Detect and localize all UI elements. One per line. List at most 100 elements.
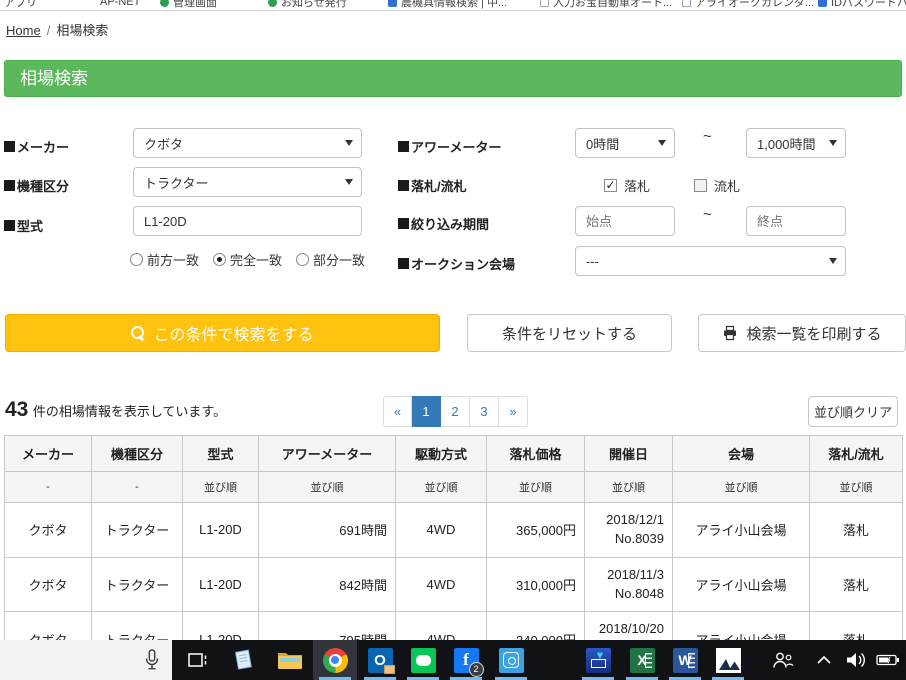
square-bullet-icon bbox=[4, 180, 15, 191]
checkbox-rakusatsu[interactable]: ✓ 落札 bbox=[604, 176, 650, 195]
envelope-icon bbox=[383, 664, 395, 674]
breadcrumb-current: 相場検索 bbox=[56, 23, 109, 38]
checkbox-ryusatsu[interactable]: 流札 bbox=[694, 176, 740, 195]
bookmark-item[interactable]: IDパスワードバインダ... bbox=[818, 0, 906, 10]
bookmark-item[interactable]: アライオークカレンダ... bbox=[682, 0, 814, 10]
bid-result-label: 落札/流札 bbox=[398, 176, 467, 195]
sort-clear-button[interactable]: 並び順クリア bbox=[808, 396, 898, 427]
taskbar-search-box[interactable] bbox=[0, 640, 172, 680]
bookmark-favicon bbox=[160, 0, 169, 7]
sort-link-date[interactable]: 並び順 bbox=[612, 482, 645, 494]
instagram-icon[interactable] bbox=[489, 640, 533, 680]
excel-icon[interactable]: X bbox=[620, 640, 664, 680]
tilde-separator: ~ bbox=[703, 128, 712, 145]
bookmark-item[interactable]: AP-NET bbox=[100, 0, 140, 10]
square-bullet-icon bbox=[398, 141, 409, 152]
auction-site-select[interactable]: --- bbox=[575, 246, 846, 276]
cell-model: L1-20D bbox=[182, 502, 259, 558]
bookmark-item[interactable]: 農機具情報検索 | 中... bbox=[388, 0, 507, 10]
bookmark-item[interactable]: 入力お宝自動車オート... bbox=[540, 0, 672, 10]
cell-result: 落札 bbox=[809, 556, 903, 613]
outlook-icon[interactable]: O bbox=[358, 640, 402, 680]
cell-date: 2018/12/1 No.8039 bbox=[584, 502, 673, 558]
hour-meter-from-select[interactable]: 0時間 bbox=[575, 128, 675, 158]
bookmark-item[interactable]: お知らせ発行 bbox=[268, 0, 347, 10]
camera-icon bbox=[503, 652, 519, 668]
radio-prefix-match[interactable]: 前方一致 bbox=[130, 250, 199, 269]
tilde-separator: ~ bbox=[703, 206, 712, 223]
bookmark-favicon bbox=[818, 0, 827, 7]
pagination-next[interactable]: » bbox=[499, 396, 528, 427]
page-title: 相場検索 bbox=[4, 60, 902, 97]
bookmark-favicon bbox=[268, 0, 277, 7]
results-count: 43 bbox=[5, 398, 29, 421]
hour-meter-label: アワーメーター bbox=[398, 137, 501, 156]
radio-partial-match[interactable]: 部分一致 bbox=[296, 250, 365, 269]
bookmark-item[interactable]: アプリ bbox=[4, 0, 37, 10]
table-row: クボタ トラクター L1-20D 691時間 4WD 365,000円 2018… bbox=[4, 502, 903, 558]
model-input[interactable] bbox=[133, 206, 362, 236]
period-start-input[interactable] bbox=[575, 206, 675, 236]
radio-exact-match[interactable]: 完全一致 bbox=[213, 250, 282, 269]
bookmark-favicon bbox=[540, 0, 549, 7]
cell-site: アライ小山会場 bbox=[672, 502, 810, 558]
cell-hours: 842時間 bbox=[258, 556, 396, 613]
col-header-date: 開催日 bbox=[584, 435, 673, 472]
facebook-icon[interactable]: f2 bbox=[444, 640, 488, 680]
sort-link-hour-meter[interactable]: 並び順 bbox=[311, 482, 344, 494]
sort-link-price[interactable]: 並び順 bbox=[519, 482, 552, 494]
file-explorer-icon[interactable] bbox=[268, 640, 312, 680]
table-header-row: メーカー 機種区分 型式 アワーメーター 駆動方式 落札価格 開催日 会場 落札… bbox=[4, 435, 903, 472]
auction-site-label: オークション会場 bbox=[398, 254, 515, 273]
sort-link-site[interactable]: 並び順 bbox=[725, 482, 758, 494]
cell-result: 落札 bbox=[809, 502, 903, 558]
people-icon[interactable] bbox=[761, 640, 805, 680]
pagination: « 1 2 3 » bbox=[383, 396, 528, 427]
breadcrumb-home-link[interactable]: Home bbox=[6, 23, 41, 38]
maker-label: メーカー bbox=[4, 137, 69, 156]
task-view-icon[interactable] bbox=[176, 640, 220, 680]
search-button[interactable]: この条件で検索をする bbox=[5, 314, 440, 352]
sort-link-result[interactable]: 並び順 bbox=[840, 482, 873, 494]
print-button[interactable]: 検索一覧を印刷する bbox=[698, 314, 906, 352]
sort-cell-dash: - bbox=[4, 471, 92, 503]
sort-link-model[interactable]: 並び順 bbox=[204, 482, 237, 494]
breadcrumb-separator: / bbox=[46, 23, 51, 38]
col-header-machine-type: 機種区分 bbox=[91, 435, 183, 472]
bid-result-checkbox-group: ✓ 落札 流札 bbox=[604, 176, 740, 195]
table-sort-row: - - 並び順 並び順 並び順 並び順 並び順 並び順 並び順 bbox=[4, 471, 903, 503]
pagination-page-2[interactable]: 2 bbox=[441, 396, 470, 427]
word-icon[interactable]: W bbox=[663, 640, 707, 680]
pagination-page-3[interactable]: 3 bbox=[470, 396, 499, 427]
sort-link-drive[interactable]: 並び順 bbox=[425, 482, 458, 494]
battery-icon[interactable] bbox=[866, 640, 906, 680]
period-end-input[interactable] bbox=[746, 206, 846, 236]
sort-cell-dash: - bbox=[91, 471, 183, 503]
breadcrumb: Home / 相場検索 bbox=[6, 20, 108, 39]
laptop-icon bbox=[590, 658, 606, 668]
chevron-down-icon bbox=[658, 140, 666, 146]
checkbox-checked-icon: ✓ bbox=[604, 178, 617, 192]
col-header-site: 会場 bbox=[672, 435, 810, 472]
download-app-icon[interactable]: ▼ bbox=[576, 640, 620, 680]
maker-select[interactable]: クボタ bbox=[133, 128, 362, 158]
pagination-prev[interactable]: « bbox=[383, 396, 412, 427]
line-icon[interactable] bbox=[401, 640, 445, 680]
cell-maker: クボタ bbox=[4, 556, 92, 613]
reset-button[interactable]: 条件をリセットする bbox=[467, 314, 672, 352]
machine-type-select[interactable]: トラクター bbox=[133, 167, 362, 197]
square-bullet-icon bbox=[398, 180, 409, 191]
pagination-page-1[interactable]: 1 bbox=[412, 396, 441, 427]
checkbox-icon bbox=[694, 179, 708, 192]
hour-meter-to-select[interactable]: 1,000時間 bbox=[746, 128, 846, 158]
chevron-down-icon bbox=[345, 179, 353, 185]
document-lines-icon bbox=[687, 652, 695, 668]
square-bullet-icon bbox=[4, 220, 15, 231]
chrome-icon[interactable] bbox=[313, 640, 357, 680]
notepad-icon[interactable] bbox=[222, 640, 266, 680]
square-bullet-icon bbox=[398, 258, 409, 269]
cell-drive: 4WD bbox=[395, 502, 487, 558]
photos-icon[interactable] bbox=[706, 640, 750, 680]
table-row: クボタ トラクター L1-20D 842時間 4WD 310,000円 2018… bbox=[4, 556, 903, 613]
bookmark-item[interactable]: 管理画面 bbox=[160, 0, 217, 10]
